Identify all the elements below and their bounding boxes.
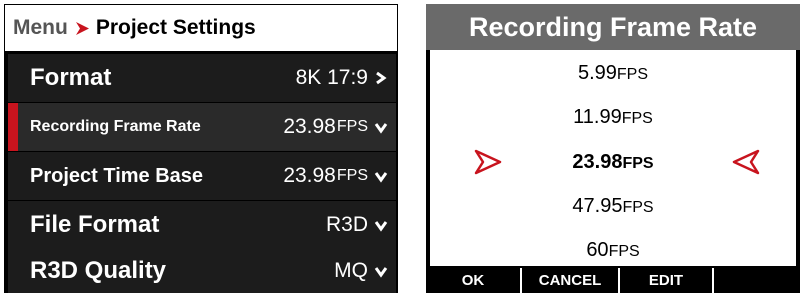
menu-item-value: 8K 17:9 xyxy=(295,66,368,89)
menu-item-value: 23.98 FPS xyxy=(283,115,368,138)
menu-item-label: Recording Frame Rate xyxy=(30,118,201,135)
menu-item-label: Project Time Base xyxy=(30,164,204,187)
chevron-right-icon xyxy=(374,71,388,85)
menu-item-recording-frame-rate[interactable]: Recording Frame Rate 23.98 FPS xyxy=(8,103,396,151)
chevron-down-icon xyxy=(374,264,388,278)
chevron-down-icon xyxy=(374,120,388,134)
frame-rate-option-47-95[interactable]: 47.95FPS xyxy=(430,191,796,221)
selection-marker xyxy=(8,103,18,151)
cancel-button[interactable]: CANCEL xyxy=(522,268,620,293)
frame-rate-option-5-99[interactable]: 5.99FPS xyxy=(430,58,796,88)
menu-item-value: R3D xyxy=(325,213,368,236)
menu-item-value: 23.98 FPS xyxy=(283,164,368,187)
menu-item-project-time-base[interactable]: Project Time Base 23.98 FPS xyxy=(8,152,396,200)
menu-item-label: File Format xyxy=(30,211,160,238)
breadcrumb-menu-link[interactable]: Menu xyxy=(13,16,68,40)
menu-item-value: MQ xyxy=(334,258,368,282)
project-settings-menu: Menu Project Settings Format 8K 17:9 Rec… xyxy=(4,4,398,293)
selection-arrow-right-icon xyxy=(474,149,502,175)
softkey-bar: OK CANCEL EDIT xyxy=(426,268,800,293)
menu-item-format[interactable]: Format 8K 17:9 xyxy=(8,54,396,102)
selection-arrow-left-icon xyxy=(732,149,760,175)
breadcrumb: Menu Project Settings xyxy=(4,4,398,52)
ok-button[interactable]: OK xyxy=(426,268,522,293)
frame-rate-picker: Recording Frame Rate 5.99FPS 11.99FPS 23… xyxy=(426,4,800,293)
breadcrumb-current: Project Settings xyxy=(95,16,256,39)
frame-rate-option-60[interactable]: 60FPS xyxy=(430,235,796,265)
menu-item-label: Format xyxy=(30,64,112,91)
frame-rate-option-11-99[interactable]: 11.99FPS xyxy=(430,102,796,132)
frame-rate-options: 5.99FPS 11.99FPS 23.98FPS 47.95FPS 60FPS xyxy=(430,50,796,266)
menu-item-label: R3D Quality xyxy=(30,256,167,284)
breadcrumb-arrow-icon xyxy=(75,21,90,36)
menu-item-r3d-quality[interactable]: R3D Quality MQ xyxy=(8,248,396,293)
chevron-down-icon xyxy=(374,218,388,232)
menu-item-file-format[interactable]: File Format R3D xyxy=(8,201,396,249)
picker-title: Recording Frame Rate xyxy=(426,4,800,50)
chevron-down-icon xyxy=(374,169,388,183)
edit-button[interactable]: EDIT xyxy=(620,268,714,293)
